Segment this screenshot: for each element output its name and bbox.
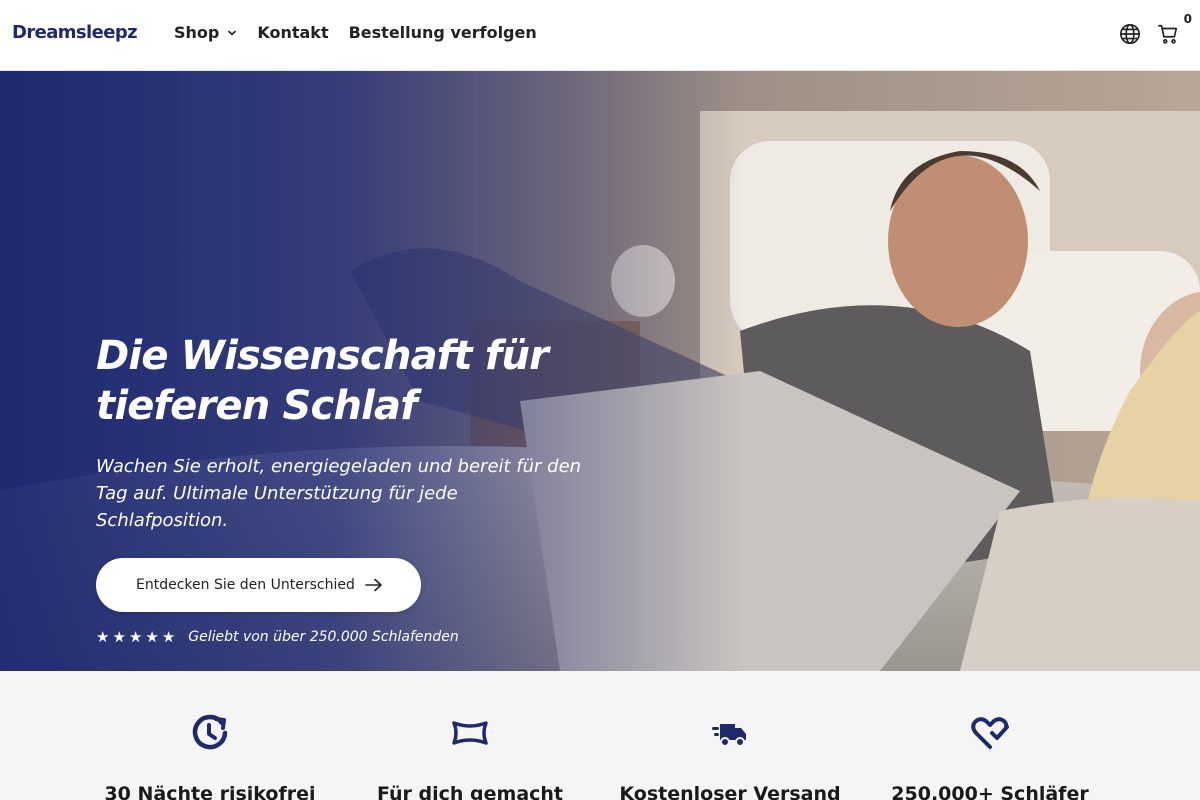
star-icon: ★ (161, 628, 178, 646)
header-actions: 0 (1118, 12, 1192, 46)
hero-section: Die Wissenschaft für tieferen Schlaf Wac… (0, 71, 1200, 671)
star-rating: ★ ★ ★ ★ ★ (96, 628, 178, 646)
site-header: Dreamsleepz Shop Kontakt Bestellung verf… (0, 0, 1200, 71)
hero-title: Die Wissenschaft für tieferen Schlaf (96, 331, 616, 431)
feature-title: Kostenloser Versand (619, 783, 841, 800)
nav-item-order-tracking[interactable]: Bestellung verfolgen (349, 23, 537, 42)
hero-title-line2: tieferen Schlaf (96, 383, 418, 429)
feature-item: 250.000+ Schläfer (860, 671, 1120, 800)
hero-title-line1: Die Wissenschaft für (96, 333, 549, 379)
main-nav: Shop Kontakt Bestellung verfolgen (174, 23, 557, 42)
chevron-down-icon (227, 28, 237, 38)
hero-subtitle: Wachen Sie erholt, energiegeladen und be… (96, 456, 582, 531)
truck-icon (600, 713, 860, 753)
star-icon: ★ (145, 628, 161, 646)
hero-content: Die Wissenschaft für tieferen Schlaf Wac… (96, 331, 616, 646)
rating-text: Geliebt von über 250.000 Schlafenden (188, 629, 459, 645)
star-icon: ★ (112, 628, 128, 646)
rating-row: ★ ★ ★ ★ ★ Geliebt von über 250.000 Schla… (96, 628, 616, 646)
brand-logo[interactable]: Dreamsleepz (12, 22, 138, 43)
feature-title: Für dich gemacht (376, 783, 564, 800)
star-icon: ★ (128, 628, 145, 646)
heart-check-icon (860, 713, 1120, 753)
globe-icon[interactable] (1118, 22, 1142, 46)
feature-title: 30 Nächte risikofrei (104, 783, 316, 800)
nav-item-label: Bestellung verfolgen (348, 23, 537, 42)
feature-item: Kostenloser Versand (600, 671, 860, 800)
discover-button-label: Entdecken Sie den Unterschied (136, 577, 355, 593)
feature-title: 250.000+ Schläfer (891, 783, 1089, 800)
feature-item: 30 Nächte risikofrei (80, 671, 340, 800)
arrow-right-icon (365, 578, 383, 592)
pillow-icon (340, 713, 600, 753)
cart-icon (1157, 23, 1179, 45)
discover-button[interactable]: Entdecken Sie den Unterschied (96, 558, 421, 612)
cart-button[interactable]: 0 (1156, 12, 1192, 46)
cart-count-badge: 0 (1183, 12, 1192, 26)
nav-item-label: Kontakt (257, 23, 329, 42)
clock-refresh-icon (80, 713, 340, 753)
nav-item-shop[interactable]: Shop (174, 23, 237, 42)
nav-item-label: Shop (174, 23, 220, 42)
nav-item-kontakt[interactable]: Kontakt (257, 23, 328, 42)
feature-item: Für dich gemacht (340, 671, 600, 800)
star-icon: ★ (96, 628, 112, 646)
features-bar: 30 Nächte risikofrei Für dich gemacht Ko… (0, 671, 1200, 800)
